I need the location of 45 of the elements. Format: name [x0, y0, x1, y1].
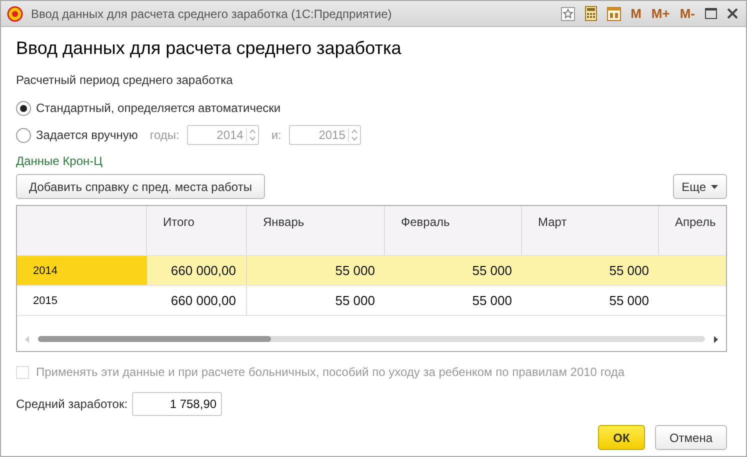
table-cell-text: 2015 [32, 294, 58, 308]
add-certificate-button[interactable]: Добавить справку с пред. места работы [16, 174, 265, 199]
checkbox-label: Применять эти данные и при расчете больничных, пособий по уходу за ребенком по правилам 2010 года [36, 365, 625, 379]
table-cell: 660 000,00 [147, 286, 247, 315]
column-header[interactable]: Март [522, 206, 659, 255]
memory-button[interactable]: M+ [651, 6, 670, 21]
table-cell-text: 55 000 [471, 262, 513, 280]
radio-label: Задается вручную [36, 128, 138, 142]
table-row[interactable]: 2014 660 000,00 55 000 55 000 55 000 [17, 256, 726, 286]
radio-label: Стандартный, определяется автоматически [36, 101, 281, 115]
caret-icon [711, 184, 718, 188]
star-icon[interactable] [560, 6, 575, 20]
ok-button[interactable]: ОК [598, 425, 645, 450]
table-cell-text: 55 000 [608, 262, 650, 280]
table-cell-text: 55 000 [471, 292, 513, 310]
table-cell-text: 55 000 [334, 292, 376, 310]
table-cell-text: 55 000 [334, 262, 376, 280]
section-label: Расчетный период среднего заработка [16, 73, 234, 87]
logo-icon [7, 6, 23, 22]
and-label: и: [271, 128, 282, 142]
scroll-right-icon[interactable] [713, 336, 718, 342]
horizontal-scrollbar[interactable] [38, 336, 705, 342]
column-header[interactable]: Итого [147, 206, 247, 255]
average-field[interactable]: 1 758,90 [132, 392, 222, 416]
table-row[interactable]: 2015 660 000,00 55 000 55 000 55 000 [17, 286, 726, 316]
average-label: Средний заработок: [16, 397, 128, 411]
table-cell-text: 55 000 [608, 292, 650, 310]
dialog-heading: Ввод данных для расчета среднего заработка [16, 38, 402, 59]
calculator-icon[interactable] [584, 6, 597, 21]
calendar-icon[interactable] [606, 6, 621, 21]
column-header[interactable]: Январь [247, 206, 385, 255]
column-header[interactable]: Февраль [385, 206, 522, 255]
table-cell: 2014 [17, 256, 147, 285]
years-label: годы: [150, 128, 180, 142]
column-header[interactable]: Апрель [659, 206, 726, 255]
memory-button[interactable]: M- [680, 6, 695, 21]
maximize-icon[interactable] [705, 8, 717, 19]
data-link[interactable]: Данные Крон-Ц [16, 154, 727, 168]
scroll-left-icon[interactable] [25, 336, 30, 342]
table-cell: 660 000,00 [147, 256, 247, 285]
close-icon[interactable] [727, 8, 738, 19]
memory-button[interactable]: M [630, 6, 642, 21]
more-button[interactable]: Еще [672, 174, 727, 199]
cancel-button[interactable]: Отмена [655, 425, 727, 450]
window-title: Ввод данных для расчета среднего заработка (1С:Предприятие) [31, 6, 393, 20]
